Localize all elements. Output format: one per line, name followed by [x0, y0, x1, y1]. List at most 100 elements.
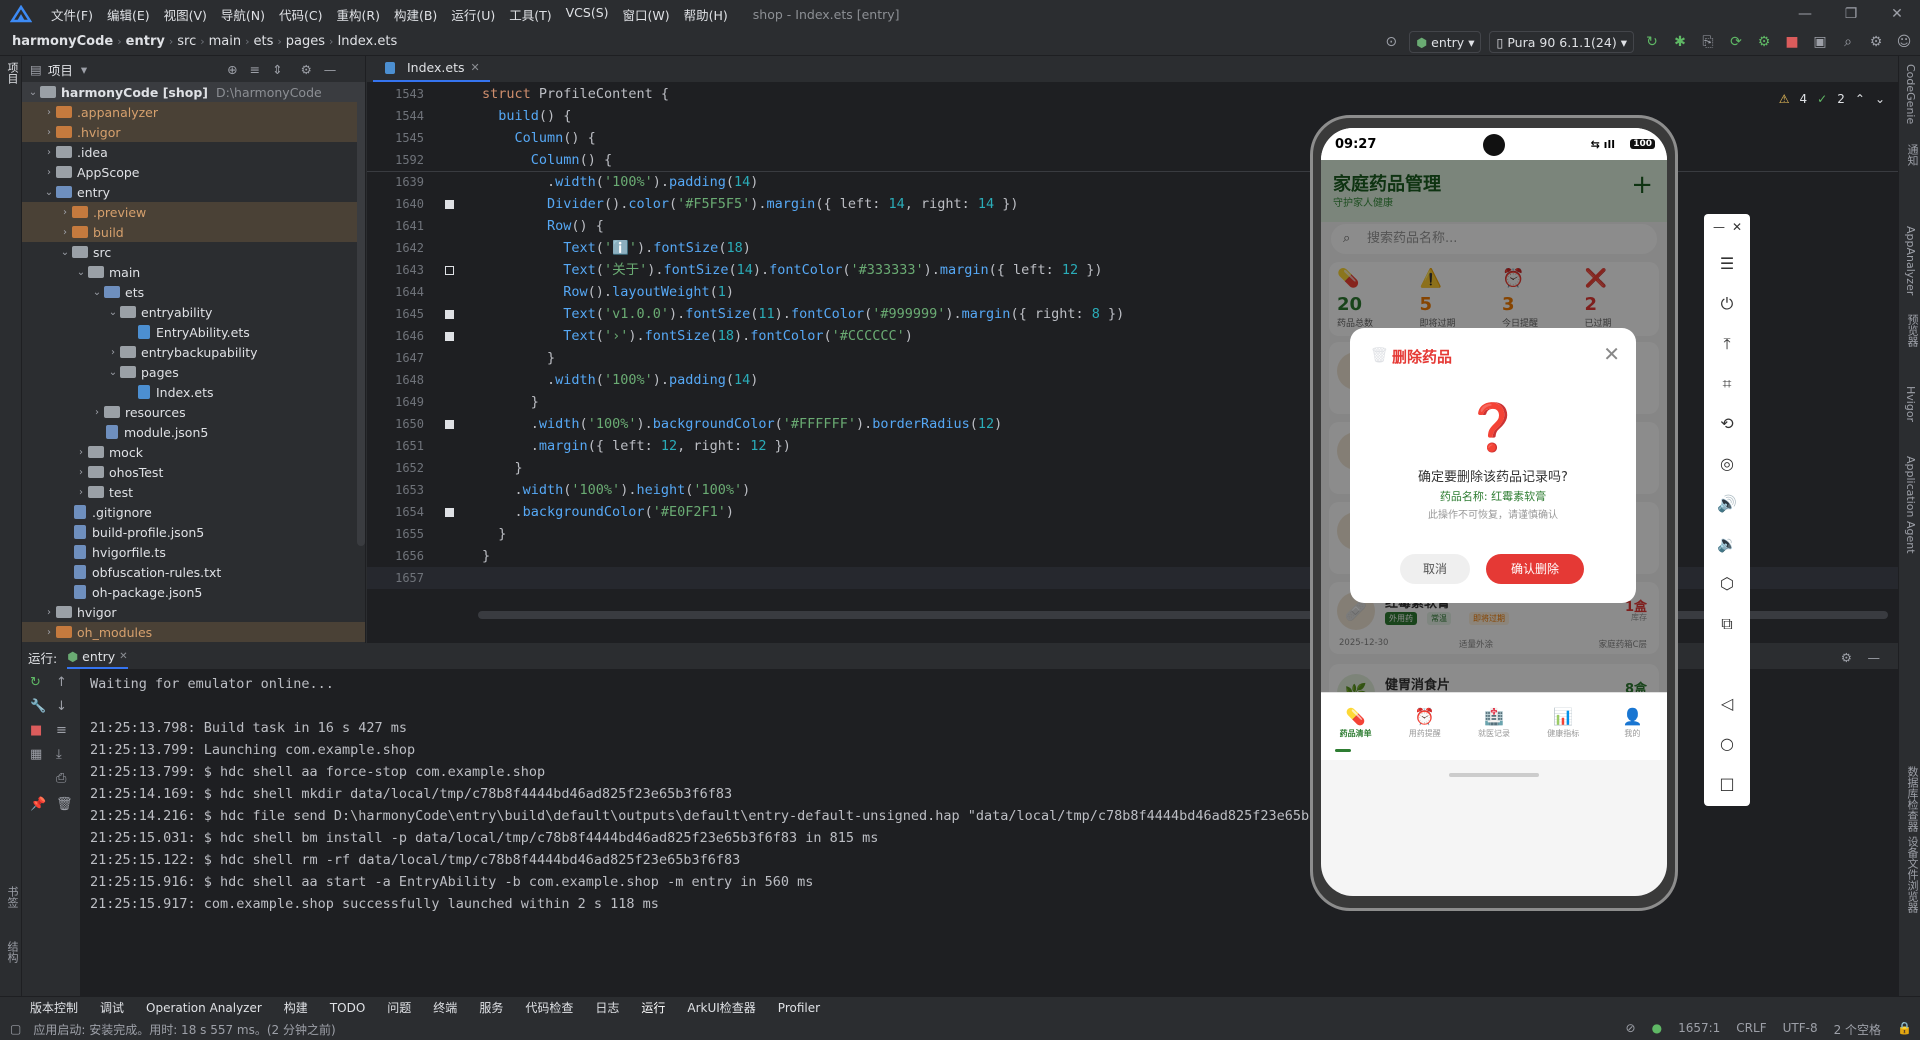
right-tool-tab[interactable]: 预览器 [1904, 314, 1920, 347]
menu-item[interactable]: 编辑(E) [100, 5, 157, 24]
code-area[interactable]: struct ProfileContent { build() { Column… [482, 83, 1912, 643]
right-tool-tab[interactable]: 通知 [1904, 144, 1920, 166]
tree-item[interactable]: EntryAbility.ets [22, 322, 365, 342]
menu-item[interactable]: 构建(B) [387, 5, 444, 24]
menu-item[interactable]: 运行(U) [444, 5, 502, 24]
tree-item[interactable]: › .idea [22, 142, 365, 162]
apply-changes-icon[interactable]: ⟳ [1726, 32, 1746, 52]
breadcrumb-item[interactable]: pages [282, 34, 329, 49]
bottom-tab[interactable]: 调试 [100, 999, 124, 1016]
bottom-tab[interactable]: 服务 [479, 999, 503, 1016]
breadcrumb-item[interactable]: Index.ets [333, 34, 401, 49]
breadcrumb-item[interactable]: harmonyCode [8, 34, 117, 49]
tree-item[interactable]: ⌄ entryability [22, 302, 365, 322]
device-select[interactable]: ▯ Pura 90 6.1.1(24) ▾ [1489, 31, 1634, 53]
pin-top-icon[interactable]: ⤒ [1704, 334, 1750, 354]
wrench-icon[interactable]: 🔧 [30, 699, 46, 714]
bottom-tab[interactable]: 日志 [595, 999, 619, 1016]
indent-setting[interactable]: 2 个空格 [1834, 1021, 1881, 1038]
bottom-tab[interactable]: Profiler [778, 1001, 820, 1015]
tree-item[interactable]: obfuscation-rules.txt [22, 562, 365, 582]
menu-item[interactable]: 导航(N) [214, 5, 272, 24]
status-message[interactable]: 应用启动: 安装完成。用时: 18 s 557 ms。(2 分钟之前) [33, 1021, 335, 1038]
stop-icon[interactable]: ■ [30, 723, 42, 738]
tree-item[interactable]: › build [22, 222, 365, 242]
menu-icon[interactable]: ☰ [1704, 254, 1750, 273]
tree-item[interactable]: hvigorfile.ts [22, 542, 365, 562]
rerun-icon[interactable]: ↻ [1642, 32, 1662, 52]
close-window-icon[interactable]: ✕ [1874, 0, 1920, 28]
hide-panel-icon[interactable]: — [1868, 650, 1881, 665]
bottom-tab[interactable]: 代码检查 [525, 999, 573, 1016]
locate-icon[interactable]: ⊕ [227, 62, 237, 77]
caret-position[interactable]: 1657:1 [1678, 1021, 1720, 1038]
print-icon[interactable]: ⎙ [56, 771, 66, 786]
volume-up-icon[interactable]: 🔊 [1704, 494, 1750, 513]
stop-icon[interactable]: ■ [1782, 32, 1802, 52]
tree-item[interactable]: › .preview [22, 202, 365, 222]
search-icon[interactable]: ⌕ [1838, 32, 1858, 52]
attach-debugger-icon[interactable]: ⎘ [1698, 32, 1718, 52]
breadcrumb-item[interactable]: entry [122, 34, 169, 49]
lock-icon[interactable]: 🔒 [1897, 1021, 1912, 1038]
tree-item[interactable]: .gitignore [22, 502, 365, 522]
crop-icon[interactable]: ⌗ [1704, 374, 1750, 394]
profile-icon[interactable]: ⚙ [1754, 32, 1774, 52]
tree-item[interactable]: ⌄ entry [22, 182, 365, 202]
confirm-delete-button[interactable]: 确认删除 [1486, 554, 1584, 584]
bottom-tab[interactable]: 运行 [641, 999, 665, 1016]
menu-item[interactable]: 重构(R) [330, 5, 387, 24]
collapse-all-icon[interactable]: ≡ [250, 62, 260, 77]
bottom-tab[interactable]: Operation Analyzer [146, 1001, 262, 1015]
tool-tab-bookmarks[interactable]: 书签 [4, 886, 20, 908]
phone-tab[interactable]: 👤 我的 [1598, 693, 1667, 760]
menu-item[interactable]: 代码(C) [272, 5, 329, 24]
hide-panel-icon[interactable]: — [324, 62, 337, 77]
close-icon[interactable]: ✕ [1714, 220, 1760, 234]
tree-item[interactable]: › test [22, 482, 365, 502]
line-separator[interactable]: CRLF [1736, 1021, 1766, 1038]
right-tool-tab[interactable]: AppAnalyzer [1904, 226, 1917, 295]
console-output[interactable]: Waiting for emulator online... 21:25:13.7… [90, 673, 1325, 915]
tree-item[interactable]: ⌄ ets [22, 282, 365, 302]
file-encoding[interactable]: UTF-8 [1783, 1021, 1818, 1038]
tree-item[interactable]: oh-package.json5 [22, 582, 365, 602]
power-icon[interactable]: ⏻ [1704, 294, 1750, 314]
breadcrumb-item[interactable]: src [173, 34, 200, 49]
tree-item[interactable]: ⌄ pages [22, 362, 365, 382]
tree-item[interactable]: › oh_modules [22, 622, 365, 642]
phone-tab[interactable]: ⏰ 用药提醒 [1390, 693, 1459, 760]
recents-icon[interactable]: □ [1704, 774, 1750, 793]
menu-item[interactable]: 工具(T) [502, 5, 558, 24]
maximize-icon[interactable]: ❐ [1828, 0, 1874, 28]
account-icon[interactable]: ☺ [1894, 32, 1914, 52]
device-manager-icon[interactable]: ▣ [1810, 32, 1830, 52]
right-tool-tab[interactable]: Hvigor [1904, 386, 1917, 422]
tree-item[interactable]: › .hvigor [22, 122, 365, 142]
right-tool-tab[interactable]: Application Agent [1904, 456, 1917, 554]
menu-item[interactable]: VCS(S) [559, 5, 616, 24]
debug-icon[interactable]: ✱ [1670, 32, 1690, 52]
tree-item[interactable]: › mock [22, 442, 365, 462]
tree-item[interactable]: › hvigor [22, 602, 365, 622]
tool-tab-structure[interactable]: 结构 [4, 941, 20, 963]
volume-down-icon[interactable]: 🔉 [1704, 534, 1750, 553]
tree-scrollbar[interactable] [357, 96, 365, 546]
minimize-icon[interactable]: — [1782, 0, 1828, 28]
right-tool-tab[interactable]: 设备文件浏览器 [1904, 836, 1920, 913]
arrow-up-icon[interactable]: ↑ [56, 675, 67, 690]
back-icon[interactable]: ◁ [1704, 694, 1750, 713]
arrow-down-icon[interactable]: ↓ [56, 699, 67, 714]
bottom-tab[interactable]: TODO [330, 1001, 365, 1015]
tree-item[interactable]: › ohosTest [22, 462, 365, 482]
tree-item[interactable]: ⌄ src [22, 242, 365, 262]
home-indicator[interactable] [1449, 773, 1539, 777]
phone-tab[interactable]: 💊 药品清单 [1321, 693, 1390, 760]
layout-icon[interactable]: ▦ [30, 747, 42, 762]
run-tab-entry[interactable]: ⬢ entry ✕ [67, 645, 128, 669]
close-icon[interactable]: ✕ [1603, 342, 1620, 366]
menu-item[interactable]: 文件(F) [44, 5, 100, 24]
cancel-button[interactable]: 取消 [1400, 554, 1470, 584]
tree-item[interactable]: Index.ets [22, 382, 365, 402]
chevron-down-icon[interactable]: ▾ [81, 62, 87, 77]
